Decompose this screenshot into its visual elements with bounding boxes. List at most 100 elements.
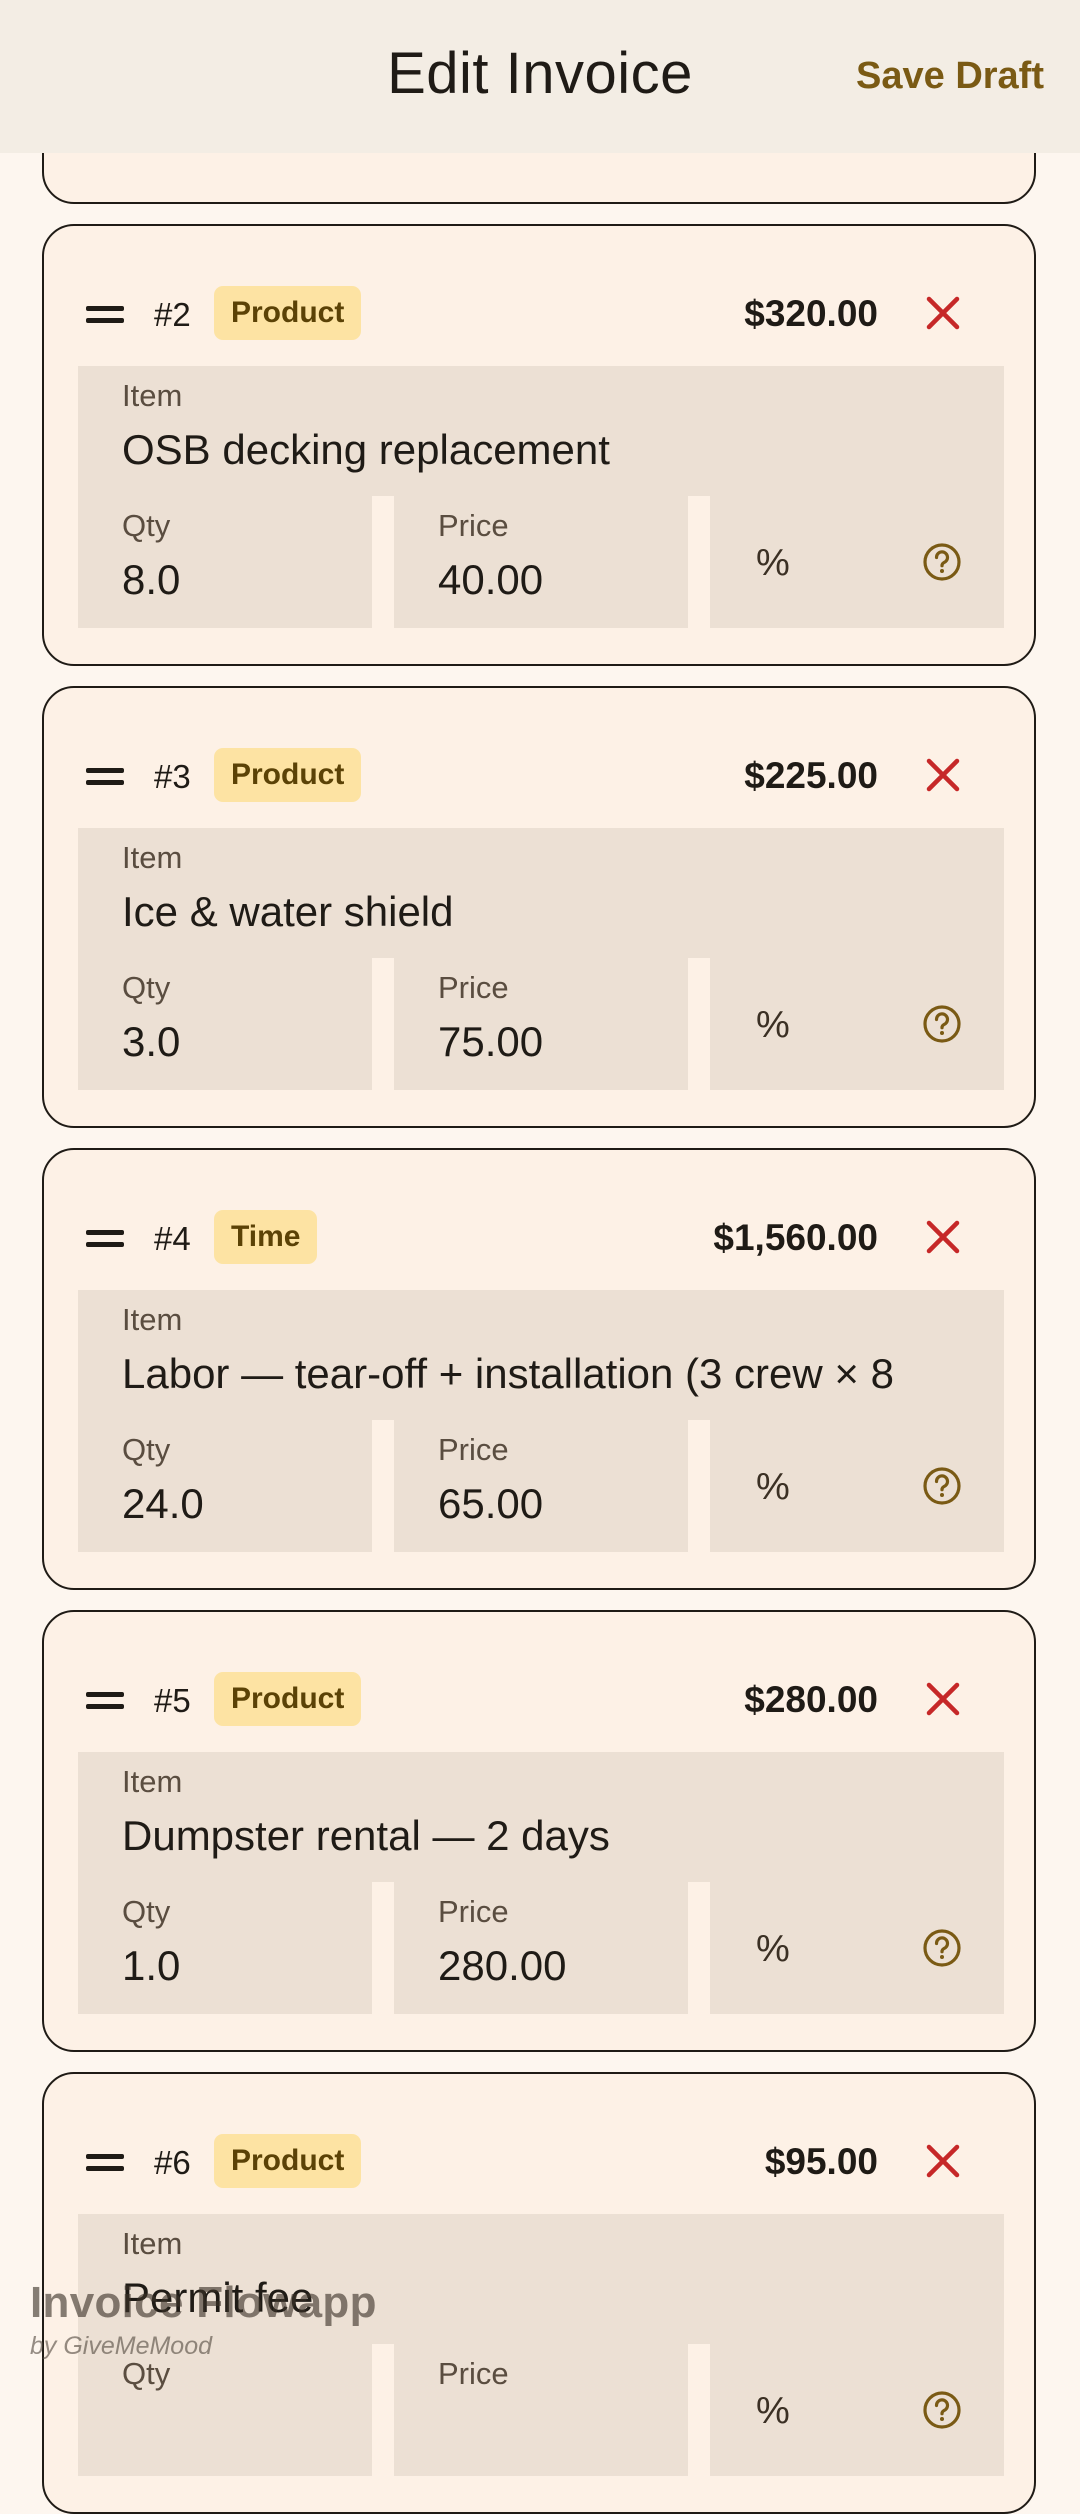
percent-field[interactable]: % bbox=[710, 1882, 1004, 2014]
qty-value: 1.0 bbox=[122, 1942, 181, 1989]
watermark: Invoice Flowapp by GiveMeMood bbox=[30, 2278, 377, 2361]
field-divider bbox=[372, 958, 394, 976]
watermark-byline: by GiveMeMood bbox=[30, 2332, 213, 2360]
percent-field[interactable]: % bbox=[710, 1420, 1004, 1552]
price-value: 75.00 bbox=[438, 1018, 544, 1065]
item-label: Item bbox=[122, 2226, 183, 2261]
qty-field[interactable]: Qty 1.0 bbox=[78, 1882, 372, 2014]
help-circle-icon[interactable] bbox=[922, 1928, 962, 1968]
help-circle-icon[interactable] bbox=[922, 542, 962, 582]
item-label: Item bbox=[122, 1764, 183, 1799]
qty-field[interactable]: Qty 24.0 bbox=[78, 1420, 372, 1552]
price-field[interactable]: Price 280.00 bbox=[394, 1882, 688, 2014]
save-draft-button[interactable]: Save Draft bbox=[856, 55, 1044, 98]
drag-handle-icon[interactable] bbox=[86, 764, 124, 790]
watermark-title: Invoice Flowapp bbox=[30, 2278, 377, 2327]
qty-label: Qty bbox=[122, 2356, 171, 2391]
close-icon[interactable] bbox=[922, 754, 964, 796]
line-amount: $280.00 bbox=[744, 1679, 878, 1720]
line-amount: $1,560.00 bbox=[713, 1217, 878, 1258]
price-field[interactable]: Price bbox=[394, 2344, 688, 2476]
item-value: OSB decking replacement bbox=[122, 426, 610, 473]
field-divider bbox=[372, 1420, 394, 1438]
price-label: Price bbox=[438, 1432, 509, 1467]
field-divider bbox=[688, 496, 710, 514]
qty-value: 24.0 bbox=[122, 1480, 204, 1527]
percent-field[interactable]: % bbox=[710, 496, 1004, 628]
percent-label: % bbox=[756, 1466, 790, 1508]
field-divider bbox=[372, 496, 394, 514]
help-circle-icon[interactable] bbox=[922, 1466, 962, 1506]
drag-handle-icon[interactable] bbox=[86, 1226, 124, 1252]
app-bar: Edit Invoice Save Draft bbox=[0, 0, 1080, 153]
close-icon[interactable] bbox=[922, 2140, 964, 2182]
qty-label: Qty bbox=[122, 508, 171, 543]
item-label: Item bbox=[122, 1302, 183, 1337]
drag-handle-icon[interactable] bbox=[86, 1688, 124, 1714]
item-value: Dumpster rental — 2 days bbox=[122, 1812, 610, 1859]
close-icon[interactable] bbox=[922, 1216, 964, 1258]
item-value: Ice & water shield bbox=[122, 888, 454, 935]
qty-field[interactable]: Qty 8.0 bbox=[78, 496, 372, 628]
price-label: Price bbox=[438, 508, 509, 543]
field-divider bbox=[688, 958, 710, 976]
percent-label: % bbox=[756, 1928, 790, 1970]
type-badge: Product bbox=[214, 286, 362, 340]
drag-handle-icon[interactable] bbox=[86, 302, 124, 328]
line-number: #3 bbox=[154, 758, 191, 795]
qty-field[interactable]: Qty bbox=[78, 2344, 372, 2476]
field-divider bbox=[372, 1882, 394, 1900]
price-value: 40.00 bbox=[438, 556, 544, 603]
line-item-card: #2 Product $320.00 Item OSB decking repl… bbox=[42, 224, 1036, 666]
item-field[interactable]: Item OSB decking replacement bbox=[78, 366, 1004, 496]
line-amount: $95.00 bbox=[764, 2141, 878, 2182]
price-label: Price bbox=[438, 2356, 509, 2391]
drag-handle-icon[interactable] bbox=[86, 2150, 124, 2176]
price-label: Price bbox=[438, 1894, 509, 1929]
percent-label: % bbox=[756, 1004, 790, 1046]
type-badge: Time bbox=[214, 1210, 318, 1264]
item-label: Item bbox=[122, 378, 183, 413]
item-label: Item bbox=[122, 840, 183, 875]
field-divider bbox=[688, 1882, 710, 1900]
field-divider bbox=[688, 1420, 710, 1438]
line-item-card: #4 Time $1,560.00 Item Labor — tear-off … bbox=[42, 1148, 1036, 1590]
line-number: #4 bbox=[154, 1220, 191, 1257]
qty-label: Qty bbox=[122, 1432, 171, 1467]
qty-label: Qty bbox=[122, 970, 171, 1005]
line-number: #2 bbox=[154, 296, 191, 333]
item-field[interactable]: Item Ice & water shield bbox=[78, 828, 1004, 958]
close-icon[interactable] bbox=[922, 292, 964, 334]
help-circle-icon[interactable] bbox=[922, 1004, 962, 1044]
price-value: 65.00 bbox=[438, 1480, 544, 1527]
type-badge: Product bbox=[214, 748, 362, 802]
line-amount: $225.00 bbox=[744, 755, 878, 796]
price-field[interactable]: Price 65.00 bbox=[394, 1420, 688, 1552]
line-item-card: #5 Product $280.00 Item Dumpster rental … bbox=[42, 1610, 1036, 2052]
item-field[interactable]: Item Labor — tear-off + installation (3 … bbox=[78, 1290, 1004, 1420]
percent-field[interactable]: % bbox=[710, 2344, 1004, 2476]
item-field[interactable]: Item Dumpster rental — 2 days bbox=[78, 1752, 1004, 1882]
percent-label: % bbox=[756, 542, 790, 584]
line-number: #5 bbox=[154, 1682, 191, 1719]
line-amount: $320.00 bbox=[744, 293, 878, 334]
close-icon[interactable] bbox=[922, 1678, 964, 1720]
price-field[interactable]: Price 75.00 bbox=[394, 958, 688, 1090]
percent-label: % bbox=[756, 2390, 790, 2432]
percent-field[interactable]: % bbox=[710, 958, 1004, 1090]
line-number: #6 bbox=[154, 2144, 191, 2181]
qty-field[interactable]: Qty 3.0 bbox=[78, 958, 372, 1090]
price-label: Price bbox=[438, 970, 509, 1005]
field-divider bbox=[688, 2344, 710, 2362]
item-value: Labor — tear-off + installation (3 crew … bbox=[122, 1350, 894, 1397]
qty-label: Qty bbox=[122, 1894, 171, 1929]
qty-value: 3.0 bbox=[122, 1018, 181, 1065]
qty-value: 8.0 bbox=[122, 556, 181, 603]
type-badge: Product bbox=[214, 1672, 362, 1726]
price-field[interactable]: Price 40.00 bbox=[394, 496, 688, 628]
line-items-list[interactable]: #2 Product $320.00 Item OSB decking repl… bbox=[0, 0, 1080, 2514]
help-circle-icon[interactable] bbox=[922, 2390, 962, 2430]
price-value: 280.00 bbox=[438, 1942, 567, 1989]
line-item-card: #3 Product $225.00 Item Ice & water shie… bbox=[42, 686, 1036, 1128]
type-badge: Product bbox=[214, 2134, 362, 2188]
